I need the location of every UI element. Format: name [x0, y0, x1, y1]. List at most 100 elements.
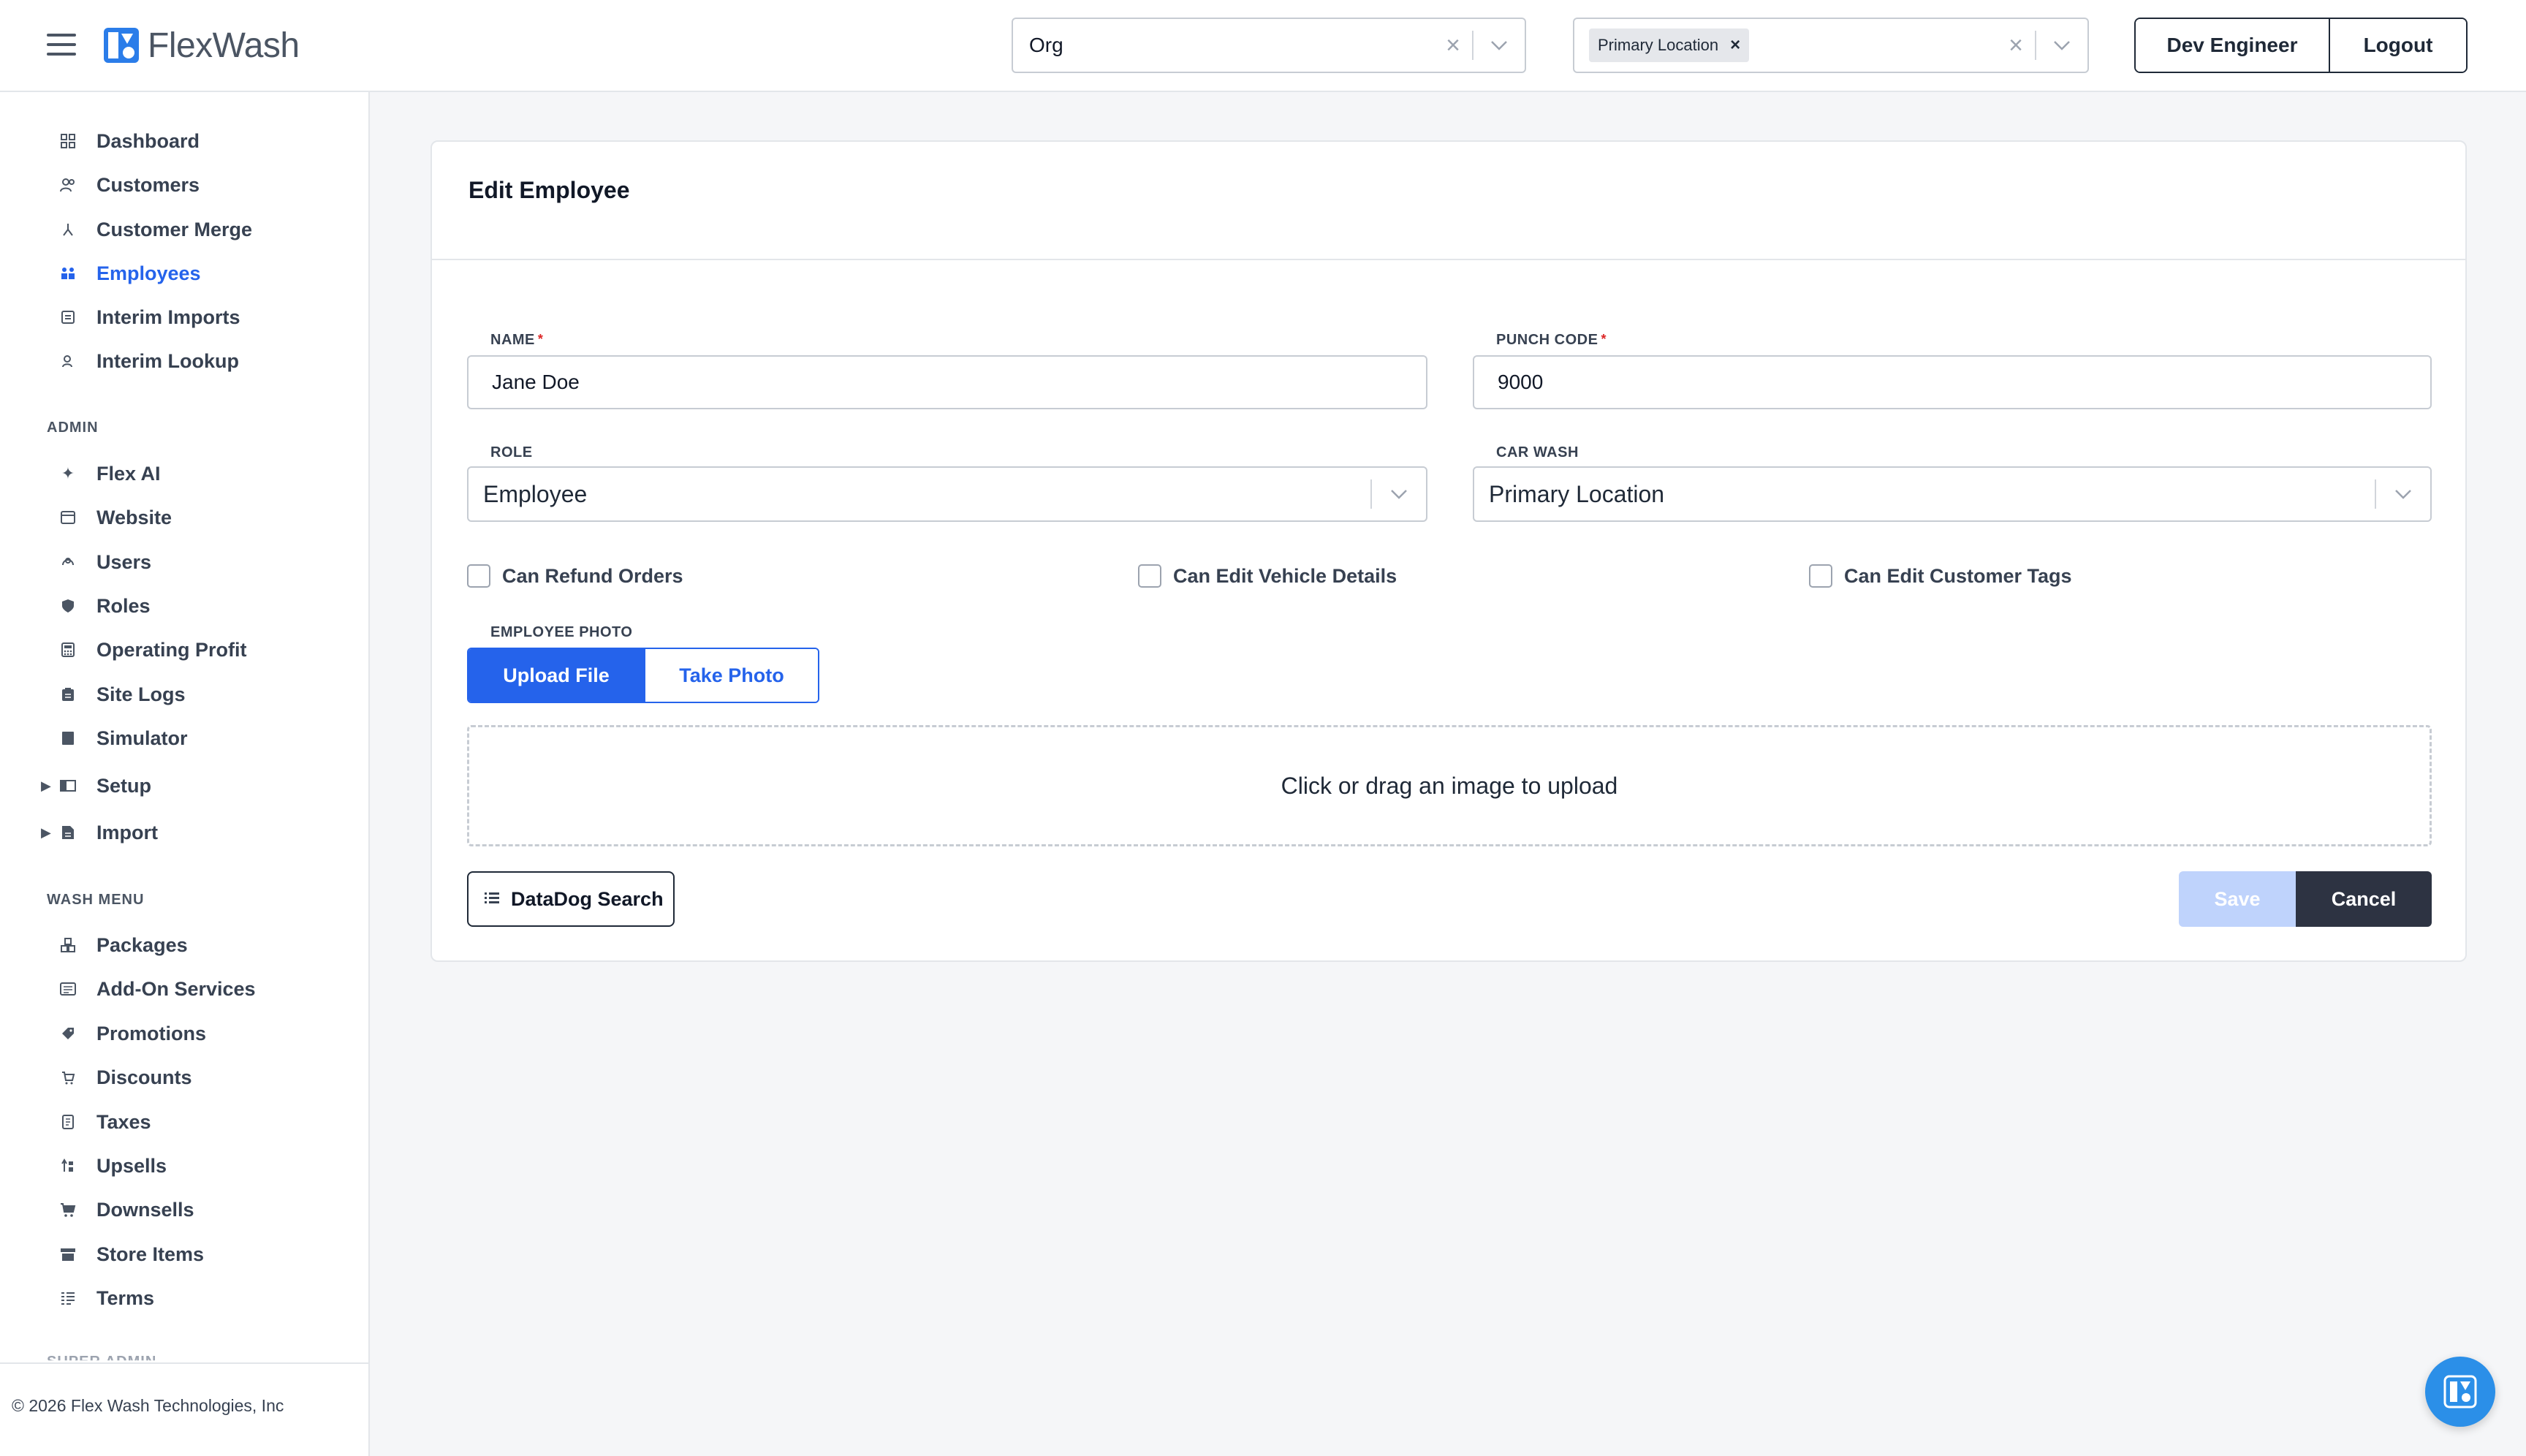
sidebar-item-interim-lookup[interactable]: Interim Lookup	[0, 343, 365, 379]
cancel-button[interactable]: Cancel	[2296, 871, 2432, 927]
sidebar-item-store-items[interactable]: Store Items	[0, 1236, 365, 1273]
clear-icon[interactable]: ×	[1434, 31, 1472, 60]
take-photo-button[interactable]: Take Photo	[644, 649, 818, 702]
sidebar-item-label: Discounts	[96, 1066, 192, 1088]
sidebar-item-setup[interactable]: ▶ Setup	[0, 767, 365, 804]
copyright-text: © 2026 Flex Wash Technologies, Inc	[12, 1396, 284, 1415]
car-wash-select[interactable]: Primary Location	[1473, 466, 2432, 522]
can-refund-orders-option[interactable]: Can Refund Orders	[467, 561, 683, 591]
checkbox-label: Can Edit Customer Tags	[1844, 564, 2072, 587]
role-select[interactable]: Employee	[467, 466, 1427, 522]
chip-remove-icon[interactable]: ×	[1730, 35, 1740, 56]
image-dropzone[interactable]: Click or drag an image to upload	[467, 725, 2432, 846]
file-icon	[58, 823, 77, 842]
sidebar-item-interim-imports[interactable]: Interim Imports	[0, 299, 365, 335]
sidebar-item-label: Website	[96, 506, 172, 528]
chevron-down-icon[interactable]	[2036, 40, 2087, 50]
sidebar-item-add-on-services[interactable]: Add-On Services	[0, 971, 365, 1007]
can-edit-vehicle-details-option[interactable]: Can Edit Vehicle Details	[1138, 561, 1397, 591]
sidebar-item-packages[interactable]: Packages	[0, 927, 365, 963]
datadog-search-button[interactable]: DataDog Search	[467, 871, 675, 927]
name-input[interactable]: Jane Doe	[467, 355, 1427, 409]
sidebar-item-users[interactable]: Users	[0, 544, 365, 580]
merge-icon	[58, 220, 77, 239]
sidebar-item-label: Upsells	[96, 1154, 167, 1177]
location-chip: Primary Location ×	[1589, 29, 1750, 62]
chevron-down-icon[interactable]	[1372, 489, 1426, 499]
sidebar-item-website[interactable]: Website	[0, 499, 365, 536]
users-icon	[58, 553, 77, 572]
sidebar-item-site-logs[interactable]: Site Logs	[0, 676, 365, 713]
role-label: ROLE	[490, 444, 533, 460]
sidebar-item-operating-profit[interactable]: Operating Profit	[0, 632, 365, 668]
can-refund-orders-checkbox[interactable]	[467, 564, 490, 588]
sidebar-item-discounts[interactable]: Discounts	[0, 1059, 365, 1096]
sidebar-item-label: Flex AI	[96, 462, 161, 485]
sidebar-item-upsells[interactable]: Upsells	[0, 1148, 365, 1184]
sidebar-item-label: Dashboard	[96, 129, 200, 152]
logout-button[interactable]: Logout	[2330, 19, 2466, 72]
sidebar-item-terms[interactable]: Terms	[0, 1280, 365, 1316]
flexwash-logo-icon	[2443, 1375, 2477, 1408]
sidebar-item-label: Customer Merge	[96, 218, 253, 240]
chevron-down-icon[interactable]	[1474, 40, 1525, 50]
sidebar-item-promotions[interactable]: Promotions	[0, 1015, 365, 1052]
sidebar-item-label: Downsells	[96, 1198, 194, 1221]
menu-icon[interactable]	[47, 34, 76, 56]
sidebar-item-label: Taxes	[96, 1110, 151, 1133]
user-button[interactable]: Dev Engineer	[2136, 19, 2330, 72]
caret-right-icon[interactable]: ▶	[41, 778, 51, 794]
can-edit-customer-tags-checkbox[interactable]	[1809, 564, 1832, 588]
org-select-value: Org	[1029, 34, 1063, 56]
chevron-down-icon[interactable]	[2376, 489, 2430, 499]
sidebar-item-downsells[interactable]: Downsells	[0, 1191, 365, 1228]
can-edit-vehicle-details-checkbox[interactable]	[1138, 564, 1161, 588]
sidebar-item-simulator[interactable]: Simulator	[0, 720, 365, 757]
sidebar-item-label: Setup	[96, 774, 152, 797]
role-select-value: Employee	[483, 480, 588, 507]
punch-code-input[interactable]: 9000	[1473, 355, 2432, 409]
sidebar-item-label: Store Items	[96, 1243, 205, 1265]
can-edit-customer-tags-option[interactable]: Can Edit Customer Tags	[1809, 561, 2072, 591]
sidebar-item-import[interactable]: ▶ Import	[0, 814, 365, 851]
sidebar-item-customer-merge[interactable]: Customer Merge	[0, 211, 365, 248]
location-select[interactable]: Primary Location × ×	[1573, 18, 2089, 73]
employee-photo-label: EMPLOYEE PHOTO	[490, 624, 633, 640]
sidebar-item-flex-ai[interactable]: ✦ Flex AI	[0, 455, 365, 492]
lookup-icon	[58, 352, 77, 371]
list-icon	[485, 892, 501, 907]
photo-source-toggle: Upload File Take Photo	[467, 648, 819, 703]
shield-icon	[58, 596, 77, 615]
brand-logo[interactable]: FlexWash	[102, 25, 300, 66]
save-button[interactable]: Save	[2179, 871, 2296, 927]
setup-icon	[58, 776, 77, 795]
sidebar-item-taxes[interactable]: Taxes	[0, 1104, 365, 1140]
location-chip-label: Primary Location	[1598, 36, 1719, 54]
sidebar-item-label: Roles	[96, 594, 151, 617]
sidebar: Dashboard Customers Customer Merge Emplo…	[0, 92, 370, 1456]
sidebar-item-roles[interactable]: Roles	[0, 588, 365, 624]
sidebar-item-customers[interactable]: Customers	[0, 167, 365, 203]
org-select[interactable]: Org ×	[1012, 18, 1526, 73]
sidebar-item-label: Employees	[96, 262, 201, 284]
name-label: NAME *	[490, 332, 543, 349]
car-wash-select-value: Primary Location	[1489, 480, 1665, 507]
clear-icon[interactable]: ×	[1997, 31, 2035, 60]
sidebar-item-label: Packages	[96, 933, 188, 956]
sidebar-item-label: Terms	[96, 1286, 155, 1309]
upload-file-button[interactable]: Upload File	[469, 649, 644, 702]
book-icon	[58, 729, 77, 748]
edit-employee-card: Edit Employee NAME * Jane Doe PUNCH CODE *…	[431, 140, 2467, 962]
checkbox-label: Can Edit Vehicle Details	[1173, 564, 1397, 587]
help-chat-button[interactable]	[2425, 1357, 2495, 1427]
tag-icon	[58, 1024, 77, 1043]
brand-name: FlexWash	[148, 26, 300, 65]
caret-right-icon[interactable]: ▶	[41, 825, 51, 841]
checkbox-label: Can Refund Orders	[502, 564, 683, 587]
sidebar-item-dashboard[interactable]: Dashboard	[0, 123, 365, 159]
sidebar-item-employees[interactable]: Employees	[0, 255, 365, 292]
card-header: Edit Employee	[432, 142, 2465, 260]
store-icon	[58, 1245, 77, 1264]
name-label-text: NAME	[490, 332, 535, 348]
sidebar-item-label: Site Logs	[96, 683, 186, 705]
